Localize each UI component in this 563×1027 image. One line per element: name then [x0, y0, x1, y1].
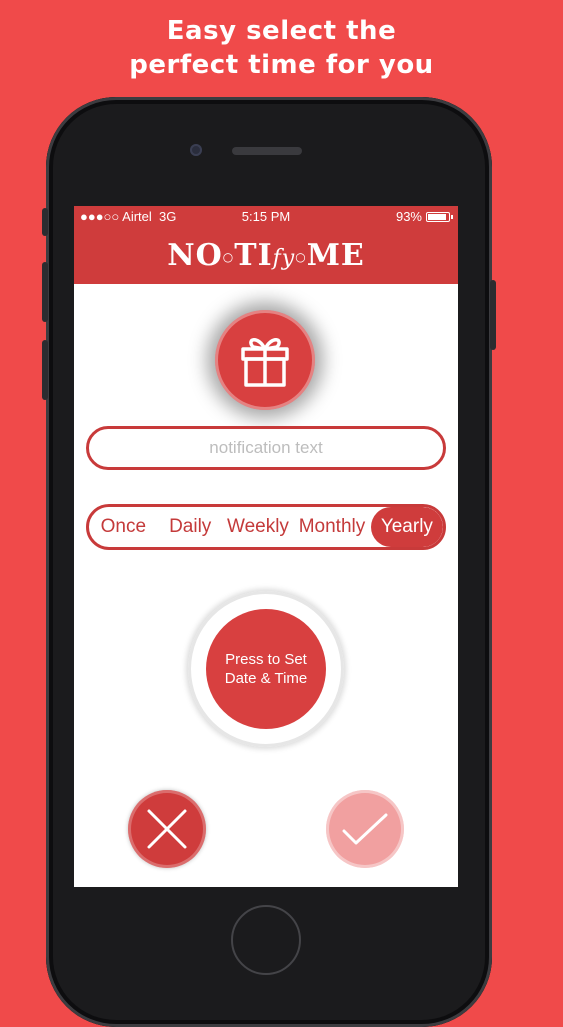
promo-headline: Easy select the perfect time for you: [0, 14, 563, 82]
logo-part-1: NO: [167, 238, 223, 273]
repeat-option-weekly[interactable]: Weekly: [223, 507, 293, 547]
mute-switch: [42, 208, 48, 236]
set-date-time-label: Press to Set Date & Time: [206, 609, 326, 729]
set-time-line-2: Date & Time: [224, 670, 308, 687]
battery-icon: [426, 212, 453, 222]
battery-status: 93%: [395, 206, 453, 228]
volume-down-button: [42, 340, 48, 400]
battery-percent: 93%: [395, 209, 422, 224]
app-logo: NO○TIfy○ME: [74, 238, 458, 273]
app-screen: ●●●○○ Airtel 3G 5:15 PM 93% NO○TIfy○ME O…: [74, 206, 458, 887]
logo-part-3: fy: [272, 246, 296, 271]
repeat-frequency-selector: Once Daily Weekly Monthly Yearly: [86, 504, 446, 550]
set-time-line-1: Press to Set: [225, 651, 307, 668]
close-icon: [147, 809, 187, 849]
set-date-time-button[interactable]: Press to Set Date & Time: [188, 591, 344, 747]
logo-part-2: TI: [234, 238, 273, 273]
cancel-button[interactable]: [128, 790, 206, 868]
headline-line-1: Easy select the: [166, 16, 397, 46]
battery-fill: [428, 214, 447, 220]
earpiece-speaker: [232, 147, 302, 155]
front-camera: [190, 144, 202, 156]
repeat-option-yearly[interactable]: Yearly: [370, 507, 443, 547]
logo-dot-icon: ○: [222, 250, 235, 264]
headline-line-2: perfect time for you: [129, 50, 434, 80]
power-button: [490, 280, 496, 350]
repeat-option-monthly[interactable]: Monthly: [293, 507, 371, 547]
checkmark-icon: [342, 813, 388, 845]
notification-text-input[interactable]: [86, 426, 446, 470]
app-header: NO○TIfy○ME: [74, 228, 458, 284]
logo-dot-icon: ○: [295, 250, 307, 264]
gift-icon: [241, 338, 289, 387]
confirm-button[interactable]: [326, 790, 404, 868]
home-button[interactable]: [231, 905, 301, 975]
logo-part-4: ME: [306, 238, 365, 273]
gift-button[interactable]: [215, 310, 315, 410]
repeat-option-daily[interactable]: Daily: [158, 507, 223, 547]
status-bar: ●●●○○ Airtel 3G 5:15 PM 93%: [74, 206, 458, 228]
repeat-option-once[interactable]: Once: [89, 507, 158, 547]
volume-up-button: [42, 262, 48, 322]
